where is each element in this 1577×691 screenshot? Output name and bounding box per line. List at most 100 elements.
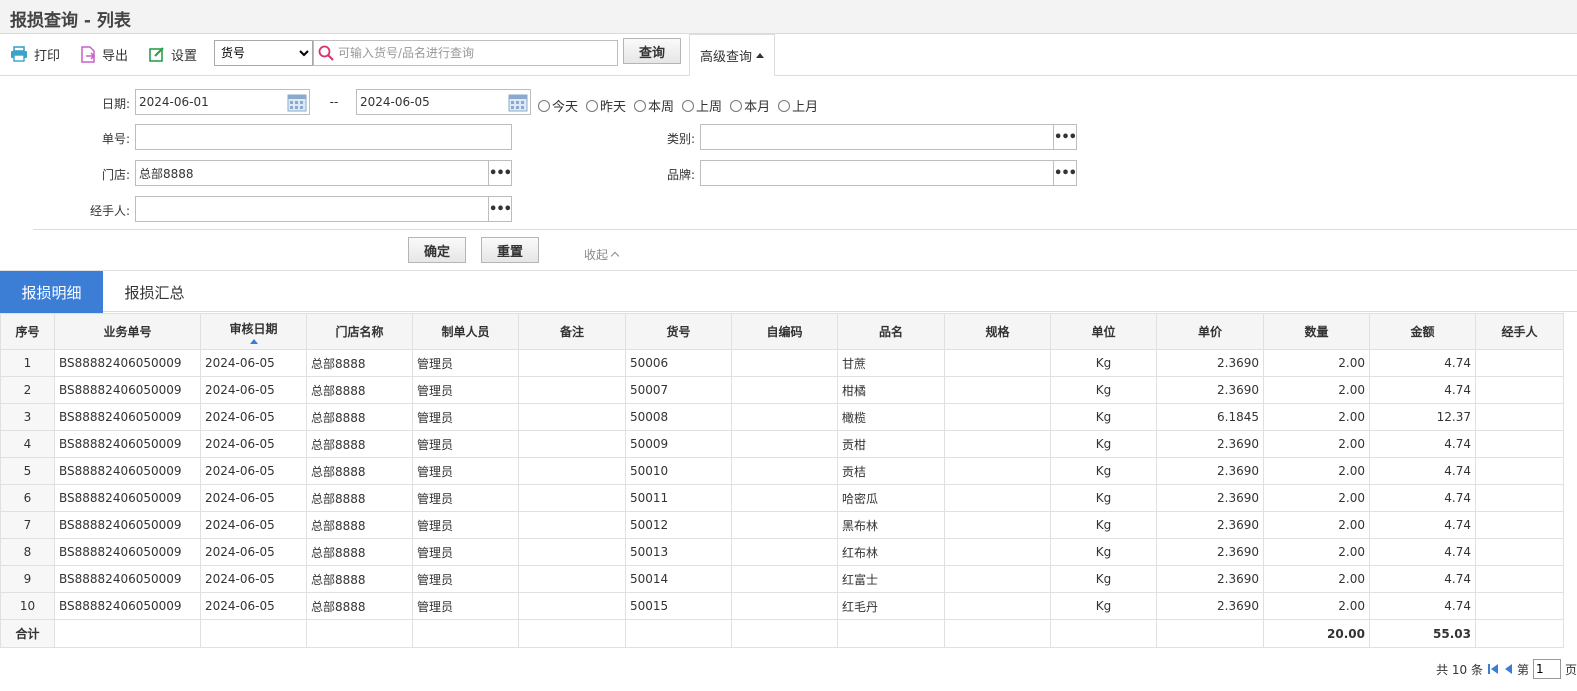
table-cell: 2.00 — [1263, 349, 1370, 377]
column-header[interactable]: 序号 — [0, 313, 55, 350]
date-to-field[interactable] — [356, 89, 531, 115]
radio-circle[interactable] — [538, 99, 550, 112]
brand-field[interactable]: ••• — [700, 160, 1077, 186]
table-row[interactable]: 6 BS88882406050009 2024-06-05 总部8888 管理员 5001… — [0, 484, 1564, 512]
handler-input[interactable] — [136, 197, 487, 221]
calendar-icon[interactable] — [508, 92, 528, 112]
table-cell — [1475, 349, 1564, 377]
advanced-query-tab[interactable]: 高级查询 — [689, 34, 775, 76]
settings-button[interactable]: 设置 — [149, 44, 197, 64]
column-header[interactable]: 金额 — [1369, 313, 1476, 350]
column-header[interactable]: 单位 — [1050, 313, 1157, 350]
table-cell: Kg — [1050, 457, 1157, 485]
table-cell — [944, 376, 1051, 404]
column-header[interactable]: 货号 — [625, 313, 732, 350]
table-row[interactable]: 5 BS88882406050009 2024-06-05 总部8888 管理员 5001… — [0, 457, 1564, 485]
search-box — [313, 40, 618, 66]
table-cell: 红布林 — [837, 538, 945, 566]
order-no-input[interactable] — [136, 125, 511, 149]
column-header[interactable]: 规格 — [944, 313, 1051, 350]
table-row[interactable]: 4 BS88882406050009 2024-06-05 总部8888 管理员 5000… — [0, 430, 1564, 458]
table-row[interactable]: 10 BS88882406050009 2024-06-05 总部8888 管理员 500… — [0, 592, 1564, 620]
first-page-icon[interactable] — [1487, 663, 1499, 675]
table-cell: 2.3690 — [1156, 457, 1264, 485]
table-cell: Kg — [1050, 403, 1157, 431]
radio-yesterday[interactable]: 昨天 — [586, 96, 626, 115]
radio-circle[interactable] — [634, 99, 647, 112]
table-row[interactable]: 3 BS88882406050009 2024-06-05 总部8888 管理员 5000… — [0, 403, 1564, 431]
table-cell: 红富士 — [837, 565, 945, 593]
column-header[interactable]: 数量 — [1263, 313, 1370, 350]
column-header-label: 单价 — [1197, 325, 1222, 339]
brand-input[interactable] — [701, 161, 1052, 185]
table-cell — [1475, 511, 1564, 539]
confirm-button[interactable]: 确定 — [408, 237, 466, 263]
radio-circle[interactable] — [778, 99, 791, 112]
date-from-input[interactable] — [136, 90, 283, 114]
page-title: 报损查询 - 列表 — [10, 11, 131, 31]
column-header[interactable]: 经手人 — [1475, 313, 1564, 350]
radio-circle[interactable] — [730, 99, 743, 112]
category-input[interactable] — [701, 125, 1052, 149]
tab-loss-detail[interactable]: 报损明细 — [0, 271, 103, 313]
store-field[interactable]: ••• — [135, 160, 512, 186]
search-input[interactable] — [336, 42, 614, 64]
collapse-toggle[interactable]: 收起 — [584, 246, 620, 263]
column-header[interactable]: 备注 — [518, 313, 626, 350]
table-cell — [731, 538, 838, 566]
column-header[interactable]: 业务单号 — [54, 313, 201, 350]
table-cell: 2.3690 — [1156, 430, 1264, 458]
tab-loss-summary[interactable]: 报损汇总 — [103, 271, 206, 313]
column-header[interactable]: 制单人员 — [412, 313, 519, 350]
settings-label: 设置 — [171, 48, 198, 64]
print-button[interactable]: 打印 — [10, 44, 60, 64]
table-cell: 2024-06-05 — [200, 511, 307, 539]
table-cell: 6 — [0, 484, 55, 512]
query-button[interactable]: 查询 — [623, 38, 681, 64]
handler-picker-button[interactable]: ••• — [488, 197, 512, 221]
table-cell: 4.74 — [1369, 430, 1476, 458]
date-to-input[interactable] — [357, 90, 504, 114]
export-button[interactable]: 导出 — [80, 44, 128, 64]
radio-circle[interactable] — [682, 99, 695, 112]
calendar-icon[interactable] — [287, 92, 307, 112]
prev-page-icon[interactable] — [1503, 663, 1513, 675]
radio-today[interactable]: 今天 — [538, 96, 578, 115]
column-header[interactable]: 单价 — [1156, 313, 1264, 350]
table-row[interactable]: 2 BS88882406050009 2024-06-05 总部8888 管理员 5000… — [0, 376, 1564, 404]
date-from-field[interactable] — [135, 89, 310, 115]
radio-this-week[interactable]: 本周 — [634, 96, 674, 115]
table-row[interactable]: 8 BS88882406050009 2024-06-05 总部8888 管理员 5001… — [0, 538, 1564, 566]
table-row[interactable]: 9 BS88882406050009 2024-06-05 总部8888 管理员 5001… — [0, 565, 1564, 593]
radio-circle[interactable] — [586, 99, 599, 112]
table-row[interactable]: 1 BS88882406050009 2024-06-05 总部8888 管理员 5000… — [0, 349, 1564, 377]
column-header[interactable]: 门店名称 — [306, 313, 413, 350]
column-header-label: 数量 — [1304, 325, 1329, 339]
handler-label: 经手人: — [89, 204, 130, 218]
column-header[interactable]: 品名 — [837, 313, 945, 350]
reset-button[interactable]: 重置 — [481, 237, 539, 263]
category-picker-button[interactable]: ••• — [1053, 125, 1077, 149]
table-cell: 2.00 — [1263, 430, 1370, 458]
store-input[interactable] — [136, 161, 487, 185]
handler-field[interactable]: ••• — [135, 196, 512, 222]
sort-ascending-icon[interactable] — [249, 338, 258, 344]
store-picker-button[interactable]: ••• — [488, 161, 512, 185]
table-cell: BS88882406050009 — [54, 484, 201, 512]
column-header[interactable]: 自编码 — [731, 313, 838, 350]
table-cell — [518, 565, 626, 593]
column-header[interactable]: 审核日期 — [200, 313, 307, 350]
brand-picker-button[interactable]: ••• — [1053, 161, 1077, 185]
radio-this-month[interactable]: 本月 — [730, 96, 770, 115]
loss-detail-table: 序号 业务单号 审核日期 门店名称 制单人员 备注 货号 自编码 品名 规格 单位 单价 数量 金额 经手人… — [0, 313, 1564, 648]
radio-last-week[interactable]: 上周 — [682, 96, 722, 115]
table-cell: 2.3690 — [1156, 565, 1264, 593]
search-field-select[interactable]: 货号 — [214, 40, 313, 66]
radio-label: 本月 — [744, 100, 771, 115]
category-field[interactable]: ••• — [700, 124, 1077, 150]
order-no-field[interactable] — [135, 124, 512, 150]
radio-last-month[interactable]: 上月 — [778, 96, 818, 115]
page-input[interactable] — [1532, 659, 1561, 679]
column-header-label: 金额 — [1410, 325, 1435, 339]
table-row[interactable]: 7 BS88882406050009 2024-06-05 总部8888 管理员 5001… — [0, 511, 1564, 539]
